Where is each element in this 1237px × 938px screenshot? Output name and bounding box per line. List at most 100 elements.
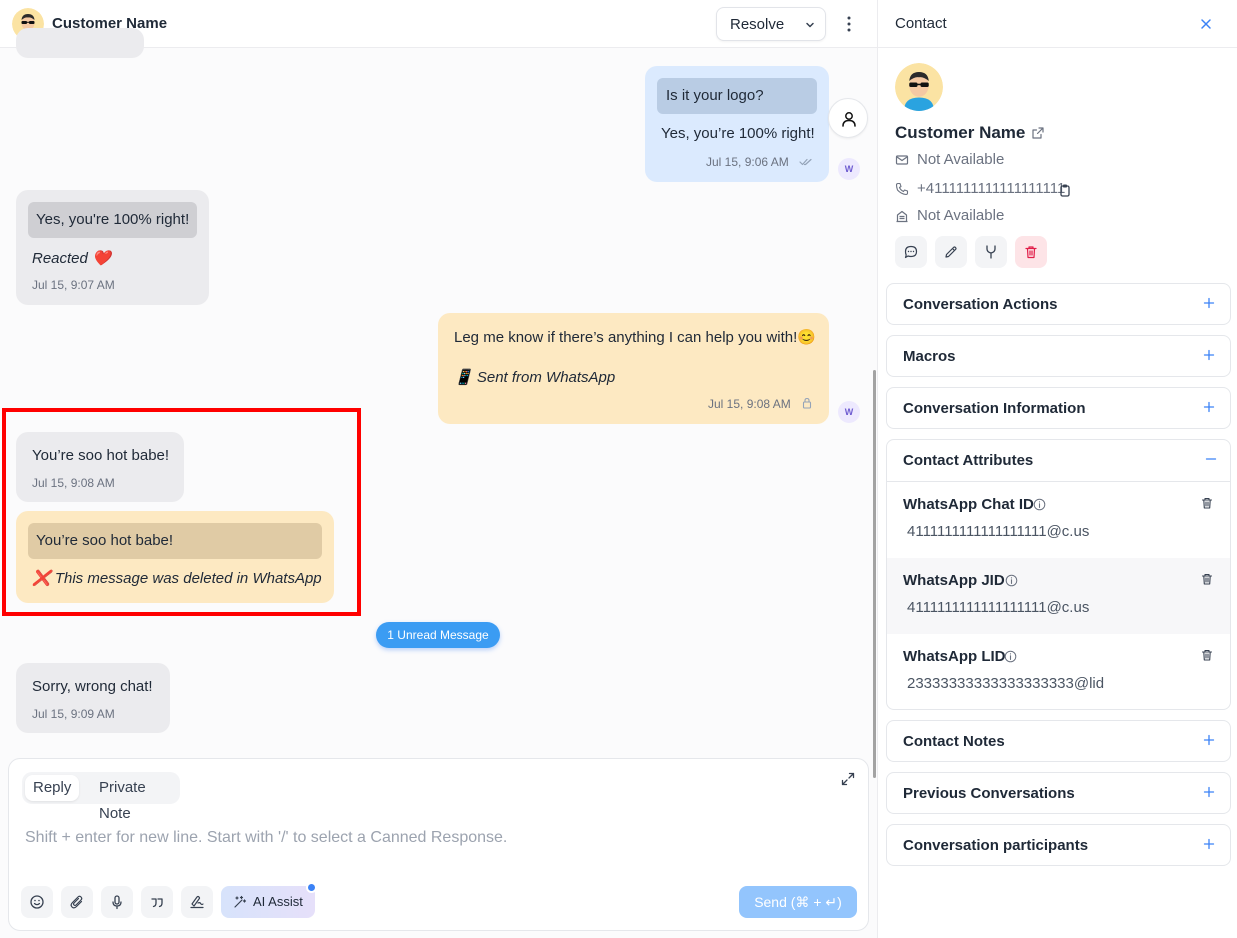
plus-icon — [1203, 349, 1215, 361]
chevron-down-icon[interactable] — [804, 19, 816, 31]
accordion-title: Conversation Information — [903, 400, 1086, 417]
accordion-conversation-information[interactable]: Conversation Information — [886, 387, 1231, 429]
trash-icon[interactable] — [1200, 496, 1214, 510]
info-icon[interactable] — [1033, 498, 1046, 511]
message-text: Yes, you’re 100% right! — [661, 125, 815, 142]
scrollbar[interactable] — [873, 370, 876, 778]
accordion-macros[interactable]: Macros — [886, 335, 1231, 377]
accordion-conversation-actions[interactable]: Conversation Actions — [886, 283, 1231, 325]
attribute-value: 23333333333333333333@lid — [907, 675, 1105, 692]
tab-reply[interactable]: Reply — [25, 775, 80, 801]
ai-assist-button[interactable]: AI Assist — [221, 886, 315, 918]
attribute-row: WhatsApp Chat ID 4111111111111111111@c.u… — [887, 482, 1230, 558]
message-time: Jul 15, 9:06 AM — [706, 155, 789, 169]
message-signature: 📱 Sent from WhatsApp — [454, 369, 616, 386]
channel-badge: W — [838, 401, 860, 423]
external-link-icon[interactable] — [1031, 126, 1045, 140]
attribute-label: WhatsApp JID — [903, 572, 1005, 589]
minus-icon — [1205, 458, 1217, 460]
unread-message-indicator[interactable]: 1 Unread Message — [376, 622, 500, 648]
company-icon — [896, 210, 908, 223]
accordion-title: Conversation Actions — [903, 296, 1058, 313]
attribute-value: 4111111111111111111@c.us — [907, 599, 1090, 616]
reply-quote[interactable]: Is it your logo? — [657, 78, 817, 114]
emoji-button[interactable] — [21, 886, 53, 918]
resolve-label: Resolve — [730, 16, 785, 33]
agent-avatar[interactable] — [828, 98, 868, 138]
contact-name: Customer Name — [895, 123, 1026, 142]
plus-icon — [1203, 401, 1215, 413]
attachment-icon — [70, 895, 83, 909]
message-list[interactable]: Is it your logo? Yes, you’re 100% right!… — [0, 28, 877, 778]
close-icon[interactable] — [1199, 17, 1213, 31]
edit-contact-button[interactable] — [935, 236, 967, 268]
reply-quote[interactable]: Yes, you're 100% right! — [28, 202, 197, 238]
attribute-row: WhatsApp JID 4111111111111111111@c.us — [887, 558, 1230, 634]
message-time: Jul 15, 9:09 AM — [32, 707, 115, 721]
contact-phone: +4111111111111111111 — [917, 180, 1066, 197]
incoming-message: Sorry, wrong chat! Jul 15, 9:09 AM — [16, 663, 170, 733]
incoming-message: Yes, you're 100% right! Reacted ❤️ Jul 1… — [16, 190, 209, 305]
copy-icon[interactable] — [1059, 183, 1071, 197]
chat-bubble-icon — [904, 245, 918, 259]
message-input[interactable]: Shift + enter for new line. Start with '… — [25, 829, 507, 847]
channel-badge: W — [838, 158, 860, 180]
contact-company: Not Available — [917, 207, 1005, 224]
merge-contact-button[interactable] — [975, 236, 1007, 268]
emoji-icon — [30, 895, 44, 909]
ai-assist-label: AI Assist — [253, 894, 303, 909]
accordion-conversation-participants[interactable]: Conversation participants — [886, 824, 1231, 866]
message-time: Jul 15, 9:08 AM — [708, 397, 791, 411]
send-button[interactable]: Send (⌘ + ↵) — [739, 886, 857, 918]
accordion-contact-notes[interactable]: Contact Notes — [886, 720, 1231, 762]
signature-button[interactable] — [181, 886, 213, 918]
phone-icon — [895, 182, 909, 196]
highlight-box — [2, 408, 361, 616]
plus-icon — [1203, 838, 1215, 850]
reaction-text: Reacted ❤️ — [32, 250, 111, 267]
attach-file-button[interactable] — [61, 886, 93, 918]
accordion-title: Contact Notes — [903, 733, 1005, 750]
accordion-title: Contact Attributes — [903, 452, 1034, 469]
message-text: Sorry, wrong chat! — [32, 678, 153, 695]
accordion-contact-attributes[interactable]: Contact Attributes — [887, 440, 1230, 482]
reply-quote-text: Is it your logo? — [666, 87, 764, 104]
trash-icon[interactable] — [1200, 648, 1214, 662]
new-message-button[interactable] — [895, 236, 927, 268]
mail-icon — [895, 155, 909, 165]
attribute-label: WhatsApp Chat ID — [903, 496, 1034, 513]
expand-icon[interactable] — [840, 771, 856, 787]
attribute-row: WhatsApp LID 23333333333333333333@lid — [887, 634, 1230, 709]
plus-icon — [1203, 734, 1215, 746]
quote-icon — [151, 898, 163, 908]
pencil-icon — [945, 246, 957, 258]
attribute-value: 4111111111111111111@c.us — [907, 523, 1090, 540]
contact-email: Not Available — [917, 151, 1005, 168]
more-options-icon[interactable] — [840, 14, 858, 34]
message-text: Leg me know if there’s anything I can he… — [454, 329, 816, 346]
message-time: Jul 15, 9:07 AM — [32, 278, 115, 292]
accordion-previous-conversations[interactable]: Previous Conversations — [886, 772, 1231, 814]
reply-mode-tabs: Reply Private Note — [22, 772, 180, 822]
contact-panel-title: Contact — [895, 15, 947, 32]
info-icon[interactable] — [1004, 650, 1017, 663]
tab-private-note[interactable]: Private Note — [91, 775, 180, 822]
accordion-title: Conversation participants — [903, 837, 1089, 854]
magic-wand-icon — [234, 895, 247, 908]
contact-panel: Contact Customer Name Not Available +411… — [877, 0, 1237, 938]
resolve-button[interactable]: Resolve — [716, 7, 826, 41]
outgoing-message: Leg me know if there’s anything I can he… — [438, 313, 829, 424]
info-icon[interactable] — [1005, 574, 1018, 587]
plus-icon — [1203, 297, 1215, 309]
signature-icon — [190, 895, 204, 909]
contact-attributes-panel: Contact Attributes WhatsApp Chat ID 4111… — [886, 439, 1231, 710]
ai-assist-notification-dot — [306, 882, 317, 893]
double-check-icon — [799, 158, 812, 166]
trash-icon[interactable] — [1200, 572, 1214, 586]
quote-button[interactable] — [141, 886, 173, 918]
delete-contact-button[interactable] — [1015, 236, 1047, 268]
attribute-label: WhatsApp LID — [903, 648, 1006, 665]
merge-icon — [986, 245, 996, 259]
voice-record-button[interactable] — [101, 886, 133, 918]
outgoing-message: Is it your logo? Yes, you’re 100% right!… — [645, 66, 829, 182]
